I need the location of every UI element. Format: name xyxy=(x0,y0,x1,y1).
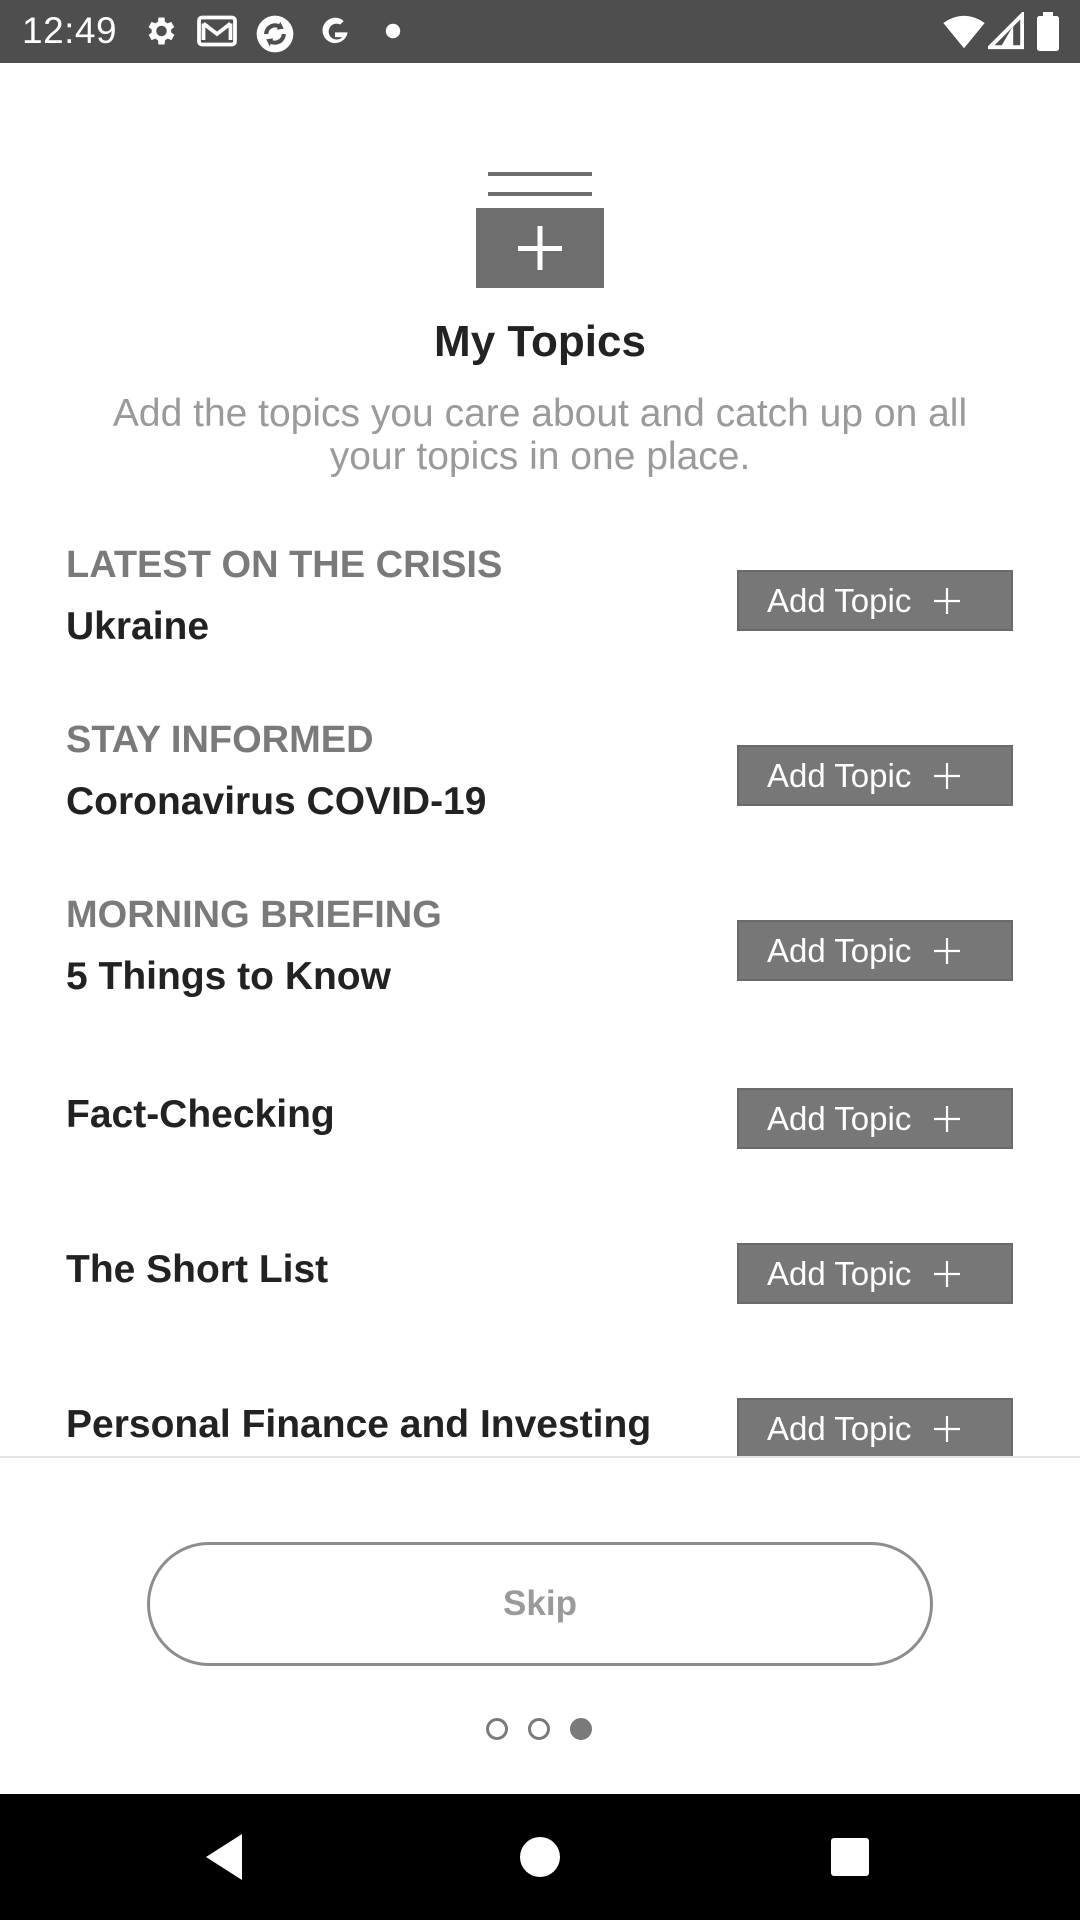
g-icon xyxy=(322,17,348,44)
page-title: My Topics xyxy=(434,317,646,366)
topic-row-coronavirus: STAY INFORMED Coronavirus COVID-19 Add T… xyxy=(0,695,1080,825)
skip-button[interactable]: Skip xyxy=(147,1542,933,1666)
topic-row-5-things: MORNING BRIEFING 5 Things to Know Add To… xyxy=(0,870,1080,1000)
plus-icon xyxy=(934,762,961,789)
topic-name: Personal Finance and Investing xyxy=(66,1403,652,1446)
add-topic-button[interactable]: Add Topic xyxy=(737,570,1013,631)
topic-list[interactable]: LATEST ON THE CRISIS Ukraine Add Topic S… xyxy=(0,520,1080,1456)
add-topic-button-label: Add Topic xyxy=(767,1409,912,1447)
add-topic-button[interactable]: Add Topic xyxy=(737,1398,1013,1456)
mail-icon xyxy=(197,15,237,47)
plus-icon xyxy=(934,1260,961,1287)
divider xyxy=(0,1456,1080,1458)
sync-icon xyxy=(256,15,294,53)
topic-name: Ukraine xyxy=(66,605,210,648)
dot-icon xyxy=(385,23,401,39)
home-icon[interactable] xyxy=(507,1824,573,1890)
skip-button-label: Skip xyxy=(503,1584,577,1623)
plus-icon xyxy=(934,937,961,964)
topic-row-fact-checking: Fact-Checking Add Topic xyxy=(0,1080,1080,1210)
wifi-icon xyxy=(943,15,985,49)
page-dot-active xyxy=(570,1718,592,1740)
add-topic-folder-icon xyxy=(476,172,604,288)
topic-row-short-list: The Short List Add Topic xyxy=(0,1235,1080,1365)
battery-icon xyxy=(1037,12,1059,51)
page-dot xyxy=(486,1718,508,1740)
add-topic-button-label: Add Topic xyxy=(767,1254,912,1292)
topic-name: Fact-Checking xyxy=(66,1093,335,1136)
topic-kicker: STAY INFORMED xyxy=(66,719,374,761)
status-time: 12:49 xyxy=(22,10,118,51)
page-subtitle: Add the topics you care about and catch … xyxy=(112,392,968,478)
navigation-bar xyxy=(0,1794,1080,1920)
add-topic-button-label: Add Topic xyxy=(767,1099,912,1137)
add-topic-button[interactable]: Add Topic xyxy=(737,745,1013,806)
back-icon[interactable] xyxy=(192,1824,258,1890)
add-topic-button-label: Add Topic xyxy=(767,756,912,794)
topic-row-ukraine: LATEST ON THE CRISIS Ukraine Add Topic xyxy=(0,520,1080,650)
topic-name: The Short List xyxy=(66,1248,329,1291)
add-topic-button[interactable]: Add Topic xyxy=(737,1088,1013,1149)
signal-icon xyxy=(988,12,1024,50)
plus-icon xyxy=(934,1105,961,1132)
plus-icon xyxy=(934,587,961,614)
page-indicator xyxy=(486,1718,594,1742)
gear-icon xyxy=(148,17,175,45)
add-topic-button-label: Add Topic xyxy=(767,931,912,969)
topic-kicker: LATEST ON THE CRISIS xyxy=(66,544,503,586)
topic-name: 5 Things to Know xyxy=(66,955,391,998)
recents-icon[interactable] xyxy=(817,1824,883,1890)
topic-row-personal-finance: Personal Finance and Investing Add Topic xyxy=(0,1390,1080,1456)
topic-kicker: MORNING BRIEFING xyxy=(66,894,442,936)
plus-icon xyxy=(934,1415,961,1442)
add-topic-button-label: Add Topic xyxy=(767,581,912,619)
status-bar: 12:49 xyxy=(0,0,1080,63)
add-topic-button[interactable]: Add Topic xyxy=(737,1243,1013,1304)
topic-name: Coronavirus COVID-19 xyxy=(66,780,487,823)
add-topic-button[interactable]: Add Topic xyxy=(737,920,1013,981)
page-dot xyxy=(528,1718,550,1740)
